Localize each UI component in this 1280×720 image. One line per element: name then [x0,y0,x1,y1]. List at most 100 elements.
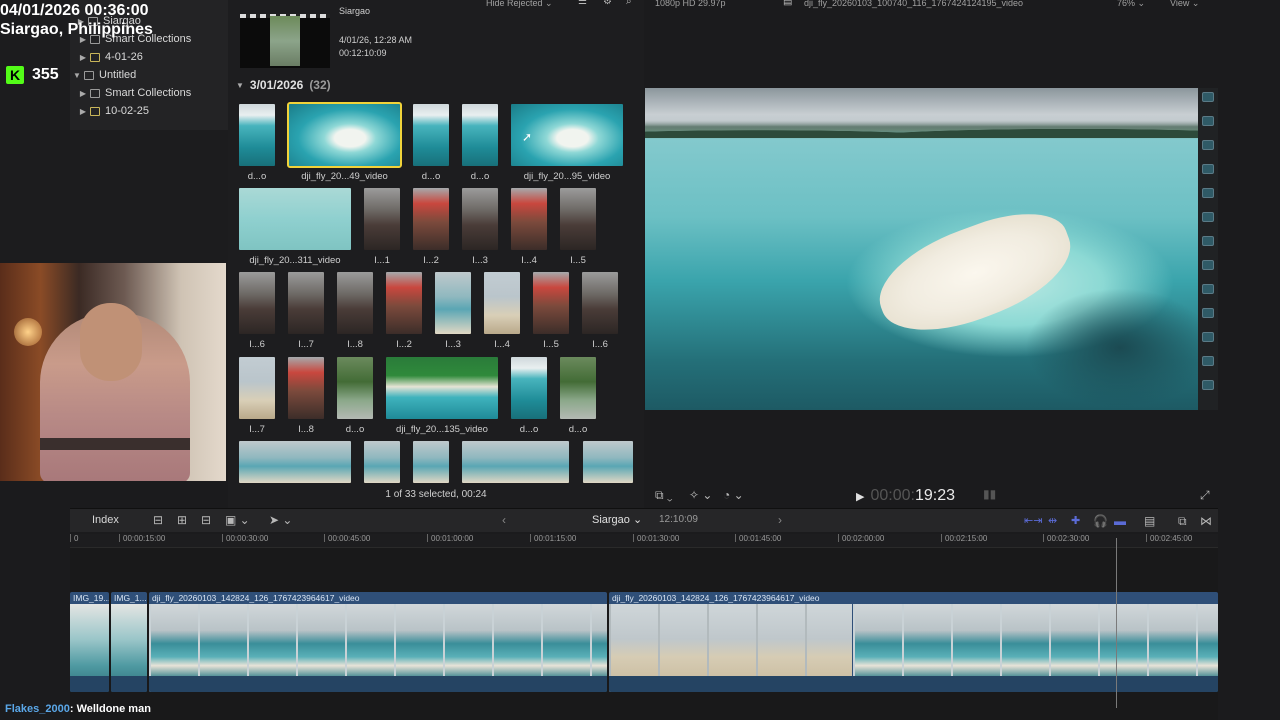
clip-thumbnail[interactable] [533,272,569,334]
audio-skimming-icon[interactable]: 🎧 [1093,514,1108,528]
sidebar-item-event-4-01-26[interactable]: ▶ 4-01-26 [78,48,143,66]
retime-speed-icon[interactable]: ◔ ⌄ [723,488,744,502]
clip-thumbnail[interactable] [462,441,569,483]
hide-rejected-filter[interactable]: Hide Rejected ⌄ [486,0,553,9]
sidebar-item-smart-collections-2[interactable]: ▶ Smart Collections [78,84,191,102]
clip-thumbnail[interactable] [239,357,275,419]
ruler-tick: 00:02:15:00 [941,534,987,543]
project-duration: 00:12:10:09 [339,48,387,58]
clip-caption: I...4 [494,339,510,350]
clip-appearance-icon[interactable]: ▤ [1144,514,1155,528]
clip-thumbnail[interactable] [582,272,618,334]
clip-caption: d...o [470,171,490,182]
transform-icon[interactable]: ⧉ ⌄ [655,488,673,503]
append-clip-icon[interactable]: ⊟ [201,513,211,527]
video-viewer[interactable] [645,88,1216,410]
clip-appearance-icon[interactable]: ⚙ [603,0,612,7]
disclosure-icon[interactable]: ▼ [72,71,82,80]
connect-clip-icon[interactable]: ⊟ [153,513,163,527]
clip-audio-waveform [111,676,147,692]
snapping-icon[interactable]: ⇹ [1048,514,1057,527]
solo-icon[interactable]: ▬ [1114,514,1126,528]
stream-location: Siargao, Philippines [0,21,153,38]
clip-thumbnail[interactable] [239,441,351,483]
clip-caption: I...3 [445,339,461,350]
play-icon[interactable]: ▶ [856,490,864,503]
date-group-label: 3/01/2026 [249,78,304,92]
clip-audio-waveform [609,676,1218,692]
timeline-clip[interactable]: dji_fly_20260103_142824_126_176742396461… [149,592,607,692]
search-icon[interactable]: ⌕ [626,0,632,7]
clip-thumbnail[interactable] [511,188,547,250]
viewer-clip-name: dji_fly_20260103_100740_116_176742412419… [804,0,1024,8]
clip-thumbnail[interactable] [239,104,275,166]
disclosure-icon[interactable]: ▶ [78,89,88,98]
clip-thumbnail[interactable] [413,188,449,250]
clip-thumbnail[interactable] [511,357,547,419]
library-icon [84,70,94,80]
stream-date-time: 04/01/2026 00:36:00 [0,2,149,19]
clip-thumbnail[interactable] [364,441,400,483]
clip-thumbnail[interactable] [239,188,351,250]
timeline-ruler[interactable]: 0 00:00:15:00 00:00:30:00 00:00:45:00 00… [70,534,1218,548]
zoom-menu[interactable]: 76% ⌄ [1117,0,1145,9]
enhance-wand-icon[interactable]: ✧ ⌄ [689,488,712,502]
index-button[interactable]: Index [84,512,127,528]
viewer-side-strip [1198,88,1218,410]
clip-thumbnail[interactable] [413,104,449,166]
timeline-clip[interactable]: IMG_19... [70,592,109,692]
project-thumbnail[interactable] [240,14,330,68]
clip-thumbnail[interactable] [288,272,324,334]
clip-thumbnail[interactable] [583,441,633,483]
deep-reef [1025,288,1215,408]
clip-thumbnail[interactable] [386,272,422,334]
ruler-tick: 00:01:30:00 [633,534,679,543]
select-tool-icon[interactable]: ➤ ⌄ [269,513,292,527]
project-name-menu[interactable]: Siargao ⌄ [592,513,642,526]
view-menu[interactable]: View ⌄ [1170,0,1199,9]
clip-thumbnail-selected[interactable] [287,102,402,168]
playhead[interactable] [1116,538,1117,708]
strip-marker [1202,380,1214,390]
disclosure-icon[interactable]: ▼ [236,81,244,90]
clip-thumbnail[interactable] [413,441,449,483]
effects-browser-icon[interactable]: ⧉ [1178,514,1187,529]
clip-thumbnail[interactable] [337,357,373,419]
ruler-tick: 00:01:15:00 [530,534,576,543]
disclosure-icon[interactable]: ▶ [78,53,88,62]
insert-clip-icon[interactable]: ⊞ [177,513,187,527]
list-view-icon[interactable]: ☰ [578,0,587,7]
disclosure-icon[interactable]: ▶ [78,107,88,116]
viewer-count-badge: K 355 [6,66,59,84]
date-group-count: (32) [309,78,331,92]
clip-thumbnail[interactable] [364,188,400,250]
clip-thumbnail[interactable] [435,272,471,334]
clip-thumbnail[interactable] [337,272,373,334]
overwrite-clip-icon[interactable]: ▣ ⌄ [225,513,250,527]
clip-thumbnail[interactable] [288,357,324,419]
back-arrow-icon[interactable]: ‹ [502,513,506,527]
skimming-icon[interactable]: ✚ [1071,514,1080,527]
timeline-clip[interactable]: dji_fly_20260103_142824_126_176742396461… [609,592,1218,692]
clip-thumbnail[interactable] [462,188,498,250]
clip-caption: d...o [345,424,365,435]
timeline-clip[interactable]: IMG_1... [111,592,147,692]
clip-caption: I...1 [374,255,390,266]
strip-marker [1202,164,1214,174]
clip-thumbnail[interactable] [239,272,275,334]
date-group-header[interactable]: ▼ 3/01/2026 (32) [236,78,331,92]
clip-thumbnail[interactable] [484,272,520,334]
clip-thumbnail[interactable] [386,357,498,419]
sidebar-item-label: 4-01-26 [105,51,143,63]
sidebar-item-event-10-02-25[interactable]: ▶ 10-02-25 [78,102,149,120]
clip-caption: d...o [421,171,441,182]
clip-thumbnail[interactable] [560,357,596,419]
zoom-out-icon[interactable]: ⇤⇥ [1024,514,1042,527]
sidebar-item-untitled[interactable]: ▼ Untitled [72,66,136,84]
forward-arrow-icon[interactable]: › [778,513,782,527]
clip-thumbnail[interactable] [462,104,498,166]
clip-thumbnail[interactable] [560,188,596,250]
mouse-cursor-icon: ➚ [522,130,533,144]
transitions-browser-icon[interactable]: ⋈ [1200,514,1212,528]
fullscreen-icon[interactable]: ⤢ [1200,488,1210,503]
